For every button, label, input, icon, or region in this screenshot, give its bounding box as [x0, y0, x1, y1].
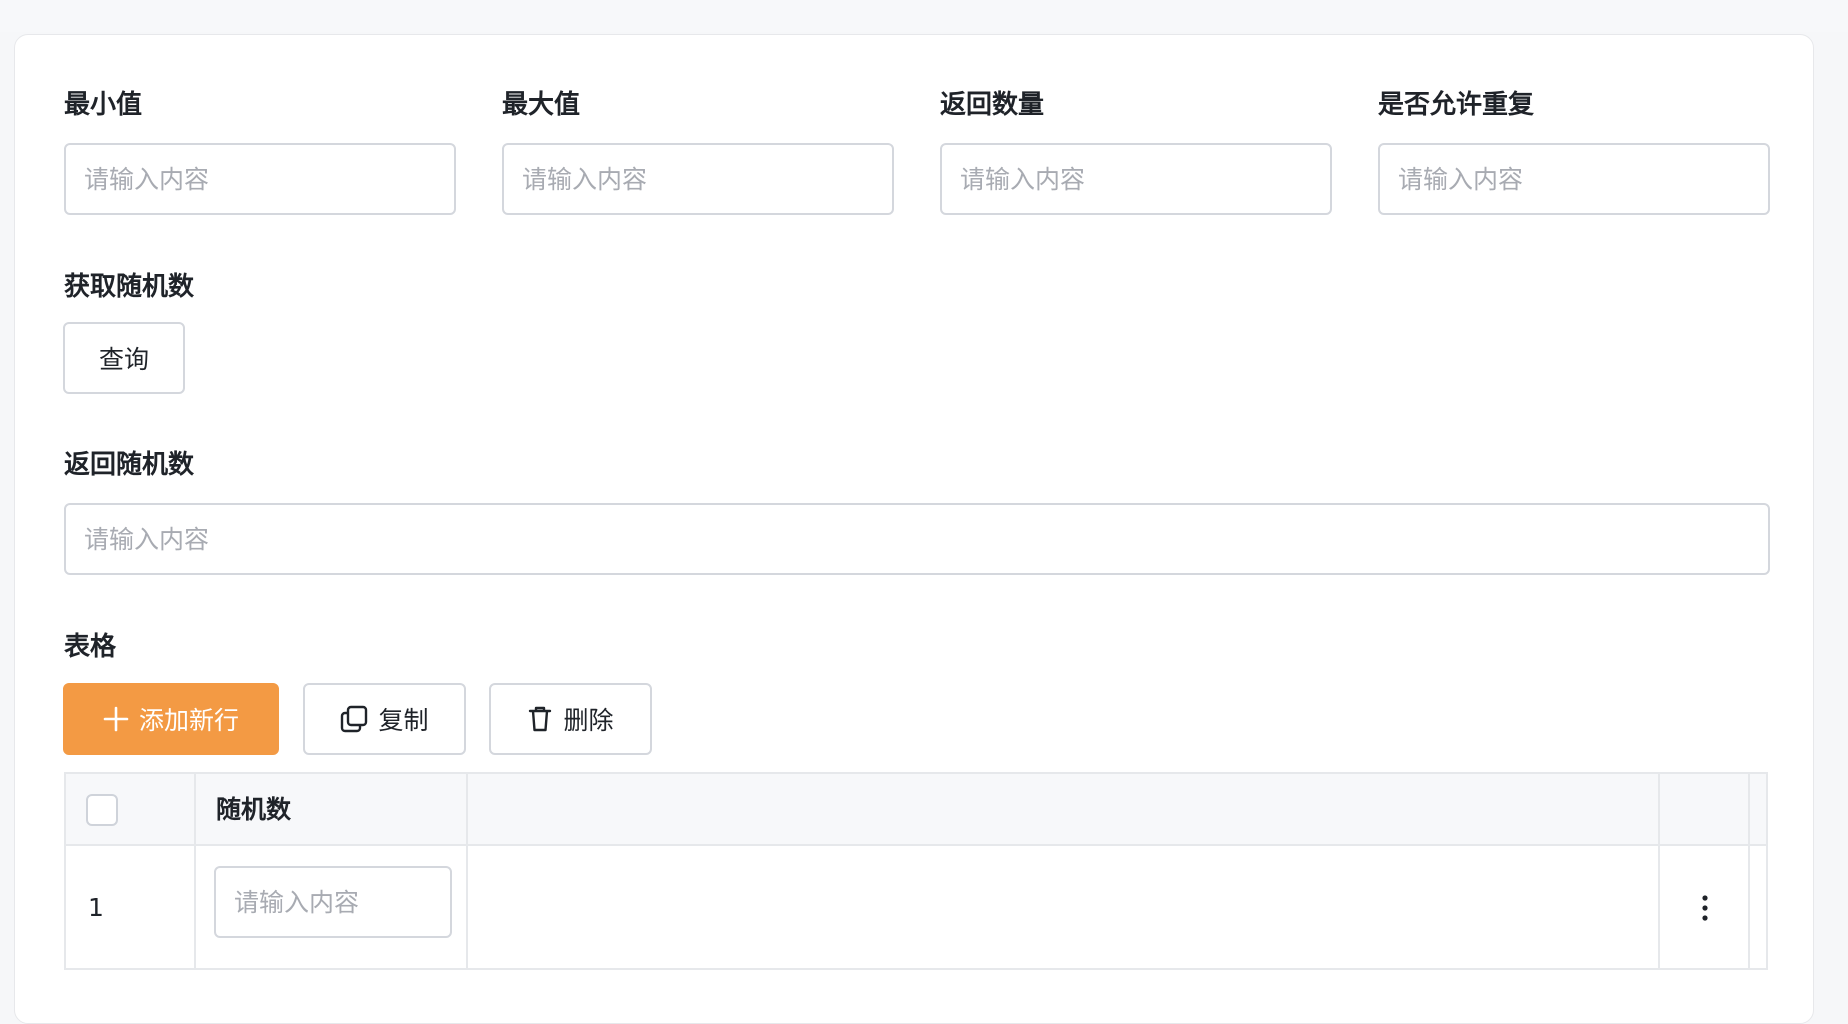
query-button-label: 查询	[98, 345, 149, 374]
table-section-label: 表格	[64, 632, 117, 662]
fetch-random-label: 获取随机数	[64, 272, 195, 302]
result-random-input[interactable]	[64, 503, 1770, 575]
row-random-number-input[interactable]	[214, 866, 452, 938]
return-count-input[interactable]	[940, 143, 1332, 215]
select-all-checkbox[interactable]	[86, 794, 118, 826]
allow-repeat-label: 是否允许重复	[1378, 90, 1535, 120]
trash-icon	[527, 705, 553, 733]
plus-icon	[103, 706, 129, 732]
min-value-label: 最小值	[64, 90, 143, 120]
column-divider	[466, 774, 468, 970]
column-divider	[194, 774, 196, 970]
top-bar	[0, 0, 1848, 32]
column-divider	[1658, 774, 1660, 970]
random-number-column-header: 随机数	[216, 795, 292, 824]
delete-label: 删除	[563, 706, 614, 735]
min-value-input[interactable]	[64, 143, 456, 215]
more-vertical-icon[interactable]	[1701, 892, 1709, 924]
return-count-label: 返回数量	[940, 90, 1045, 120]
copy-label: 复制	[378, 706, 429, 735]
add-row-button[interactable]: 添加新行	[63, 683, 279, 755]
delete-button[interactable]: 删除	[489, 683, 652, 755]
row-index: 1	[88, 893, 104, 922]
query-button[interactable]: 查询	[63, 322, 185, 394]
copy-icon	[340, 705, 368, 733]
table-header: 随机数	[66, 774, 1766, 846]
copy-button[interactable]: 复制	[303, 683, 466, 755]
result-random-label: 返回随机数	[64, 450, 195, 480]
random-number-table: 随机数 1	[64, 772, 1768, 970]
max-value-label: 最大值	[502, 90, 581, 120]
column-divider	[1748, 774, 1750, 970]
max-value-input[interactable]	[502, 143, 894, 215]
allow-repeat-input[interactable]	[1378, 143, 1770, 215]
add-row-label: 添加新行	[138, 706, 239, 735]
